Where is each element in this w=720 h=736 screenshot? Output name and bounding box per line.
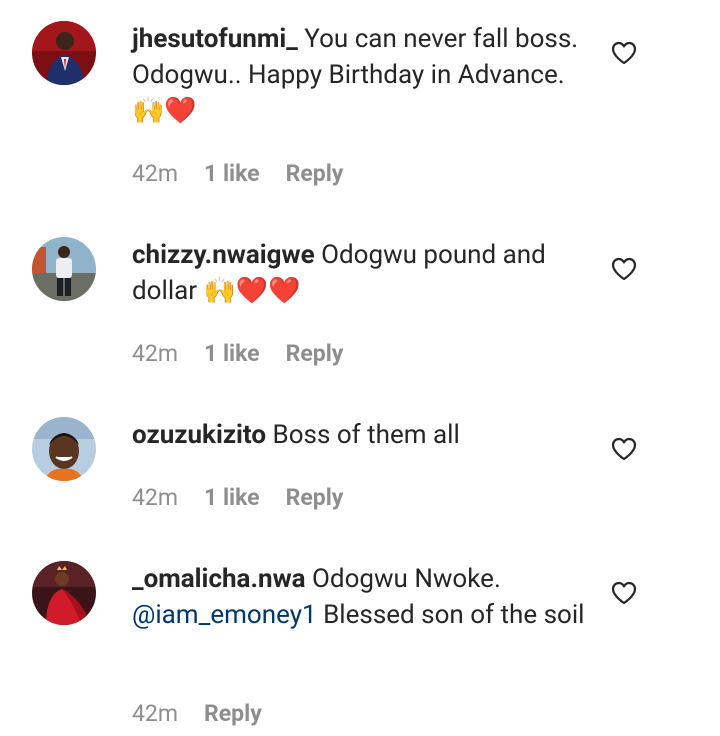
- comment-time: 42m: [132, 700, 179, 727]
- comment-time: 42m: [132, 340, 179, 367]
- comment-meta: 42m 1 like Reply: [132, 483, 343, 513]
- reply-button[interactable]: Reply: [286, 159, 344, 189]
- comment-username[interactable]: _omalicha.nwa: [132, 564, 306, 594]
- comment-body: jhesutofunmi_ You can never fall boss. O…: [132, 21, 592, 129]
- avatar[interactable]: [32, 237, 96, 301]
- comment-meta: 42m 1 like Reply: [132, 159, 343, 189]
- comment-time: 42m: [132, 484, 179, 511]
- comment-list: jhesutofunmi_ You can never fall boss. O…: [0, 0, 720, 736]
- comment-username[interactable]: jhesutofunmi_: [132, 24, 298, 54]
- avatar-woman-red-dress-icon: [32, 561, 96, 625]
- comment-username[interactable]: ozuzukizito: [132, 420, 266, 450]
- comment-meta: 42m 1 like Reply: [132, 339, 343, 369]
- avatar[interactable]: [32, 21, 96, 85]
- comment-text: Odogwu Nwoke.: [305, 564, 501, 594]
- comment-username[interactable]: chizzy.nwaigwe: [132, 240, 315, 270]
- avatar[interactable]: [32, 417, 96, 481]
- comment-meta: 42m Reply: [132, 699, 262, 729]
- like-heart-icon[interactable]: [611, 257, 637, 281]
- reply-button[interactable]: Reply: [286, 339, 344, 369]
- like-heart-icon[interactable]: [611, 41, 637, 65]
- comment-text: Boss of them all: [266, 420, 460, 450]
- comment-body: ozuzukizito Boss of them all: [132, 417, 592, 453]
- like-heart-icon[interactable]: [611, 581, 637, 605]
- comment-likes[interactable]: 1 like: [204, 483, 260, 513]
- reply-button[interactable]: Reply: [204, 699, 262, 729]
- like-heart-icon[interactable]: [611, 437, 637, 461]
- comment-text-continued: Blessed son of the soil: [316, 600, 585, 630]
- avatar[interactable]: [32, 561, 96, 625]
- avatar-man-red-suit-icon: [32, 21, 96, 85]
- raised-hands-hearts-emoji-icon: 🙌❤️❤️: [203, 276, 301, 306]
- comment-likes[interactable]: 1 like: [204, 339, 260, 369]
- raised-hands-heart-emoji-icon: 🙌❤️: [132, 96, 197, 126]
- mention-link[interactable]: @iam_emoney1: [132, 600, 317, 630]
- comment-body: _omalicha.nwa Odogwu Nwoke. @iam_emoney1…: [132, 561, 592, 633]
- avatar-man-standing-icon: [32, 237, 96, 301]
- comment-time: 42m: [132, 160, 179, 187]
- comment-body: chizzy.nwaigwe Odogwu pound and dollar 🙌…: [132, 237, 592, 309]
- reply-button[interactable]: Reply: [286, 483, 344, 513]
- comment-likes[interactable]: 1 like: [204, 159, 260, 189]
- avatar-man-smiling-icon: [32, 417, 96, 481]
